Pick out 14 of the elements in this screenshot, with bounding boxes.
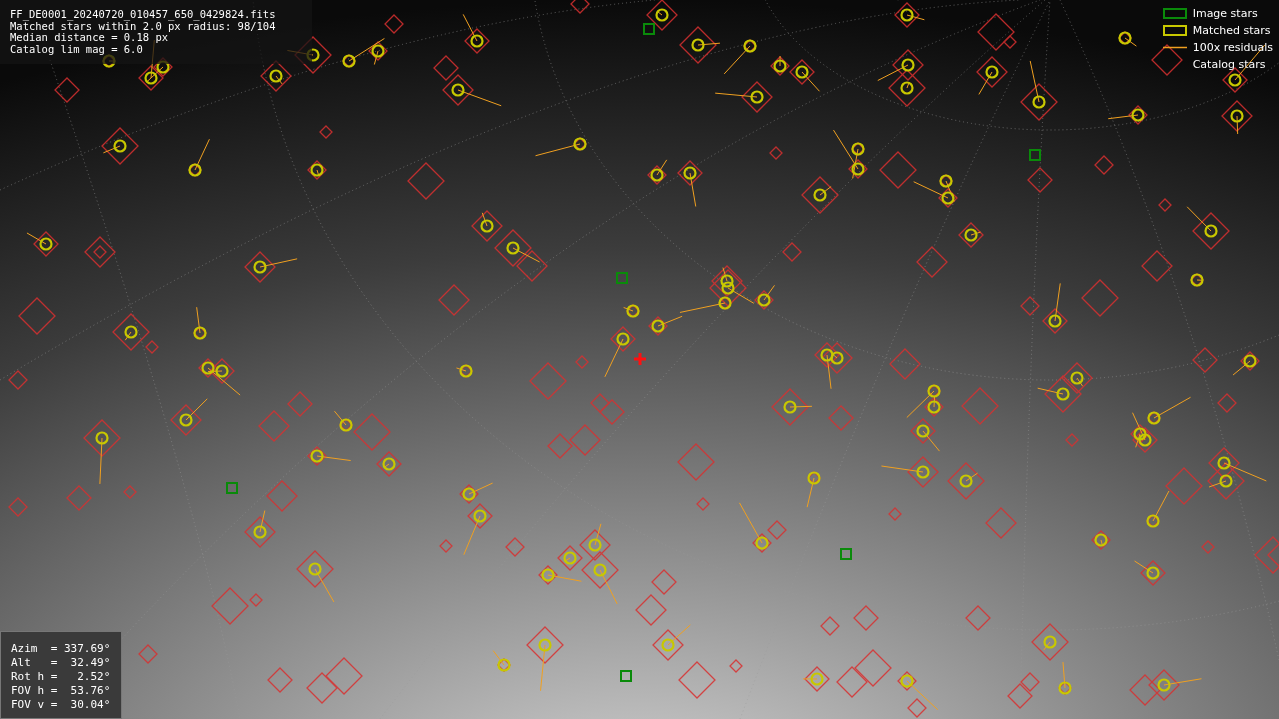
info-text: Median distance = 0.18 px: [10, 32, 169, 44]
legend-label: Image stars: [1192, 7, 1258, 20]
info-text: FF_DE0001_20240720_010457_650_0429824.fits: [10, 9, 277, 21]
pointing-text: Alt = 32.49°: [11, 656, 112, 670]
legend-label: Catalog stars: [1192, 58, 1266, 71]
pointing-text: Azim = 337.69°: [11, 642, 112, 656]
pointing-text: Rot h = 2.52°: [11, 670, 112, 684]
pointing-text: FOV h = 53.76°: [11, 684, 112, 698]
info-text: Matched stars within 2.0 px radius: 98/104: [10, 20, 277, 32]
info-text: Catalog lim mag = 6.0: [10, 43, 144, 55]
legend-label: 100x residuals: [1192, 41, 1273, 54]
pointing-text: FOV v = 30.04°: [11, 698, 112, 712]
line-icon: [1162, 46, 1187, 49]
legend-label: Matched stars: [1192, 24, 1271, 37]
